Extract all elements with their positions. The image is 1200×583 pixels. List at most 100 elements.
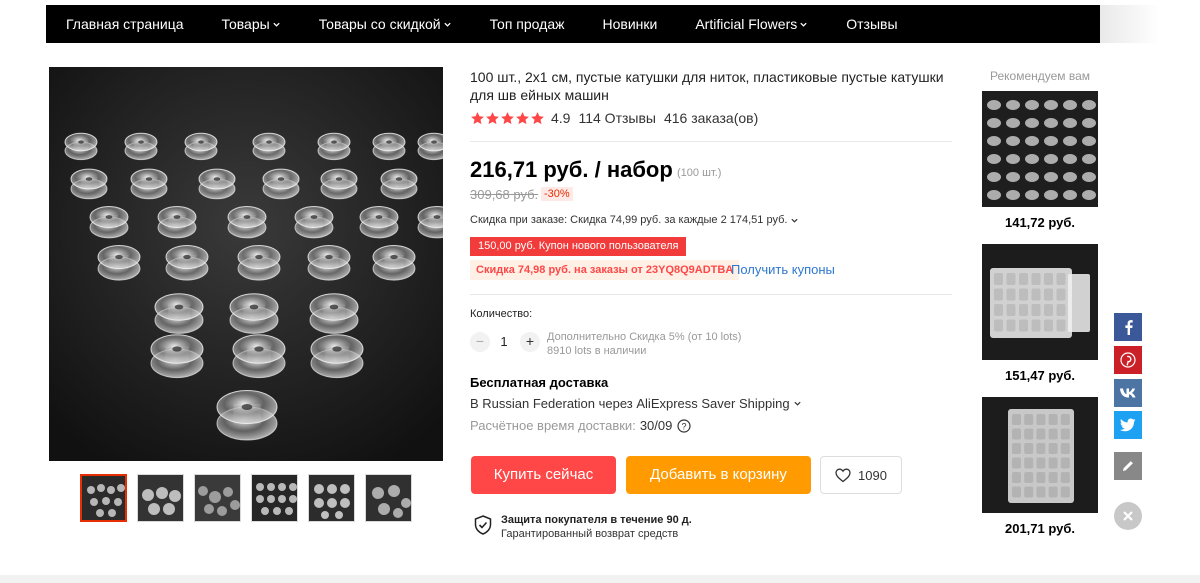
compartment: [1044, 304, 1053, 316]
thumbnail-image: [366, 475, 411, 521]
edit-button[interactable]: [1114, 452, 1142, 480]
thumbnail-5[interactable]: [308, 474, 355, 522]
edit-icon: [1123, 461, 1133, 471]
star-icon: [486, 111, 499, 124]
recommended-title: Рекомендуем вам: [990, 69, 1091, 83]
bobbin-shape: [130, 168, 168, 200]
quantity-value[interactable]: 1: [496, 334, 512, 349]
recommended-item-1-price[interactable]: 141,72 руб.: [982, 215, 1098, 230]
thumbnail-image: [82, 476, 125, 520]
help-icon[interactable]: ?: [677, 418, 691, 433]
bobbin-shape: [165, 244, 209, 281]
compartment: [1056, 273, 1066, 285]
close-icon: [1123, 511, 1133, 521]
nav-item-label: Топ продаж: [489, 16, 565, 32]
reviews-link[interactable]: 114 Отзывы: [578, 110, 656, 126]
bobbin-shape: [307, 244, 351, 281]
bobbin-dot: [1025, 136, 1039, 146]
rating-score: 4.9: [551, 110, 571, 126]
compartment: [1060, 457, 1070, 469]
wishlist-button[interactable]: 1090: [820, 456, 902, 494]
bobbin-dot: [1025, 172, 1039, 182]
bulk-discount[interactable]: Скидка при заказе: Скидка 74,99 руб. за …: [470, 214, 799, 226]
bobbin-dot: [1006, 190, 1020, 200]
thumbnail-4[interactable]: [251, 474, 298, 522]
bobbin-dot: [1044, 172, 1058, 182]
bobbin-shape: [309, 293, 359, 334]
quantity-decrease-button[interactable]: −: [470, 332, 490, 352]
nav-item-artificial-flowers[interactable]: Artificial Flowers: [675, 5, 826, 43]
pinterest-icon: [1120, 352, 1136, 368]
compartment: [1024, 457, 1034, 469]
thumbnail-1[interactable]: [80, 474, 127, 522]
bobbin-shape: [154, 293, 204, 334]
bobbin-dot: [1044, 190, 1058, 200]
compartment: [1044, 288, 1053, 301]
facebook-share-button[interactable]: [1114, 313, 1142, 341]
close-share-button[interactable]: [1114, 502, 1142, 530]
bobbin-shape: [372, 132, 406, 161]
bobbin-dot: [1082, 100, 1096, 110]
bobbin-shape: [198, 168, 236, 200]
compartment: [1019, 288, 1028, 301]
bobbin-dot: [1063, 154, 1077, 164]
compartment: [1012, 414, 1021, 425]
nav-item-top-sales[interactable]: Топ продаж: [470, 5, 583, 43]
bobbin-shape: [97, 244, 141, 281]
recommended-item-1-image[interactable]: [982, 91, 1098, 207]
star-icon: [516, 111, 529, 124]
quantity-increase-button[interactable]: +: [520, 332, 540, 352]
bobbin-dot: [1044, 136, 1058, 146]
compartment: [1012, 457, 1021, 469]
nav-item-label: Отзывы: [846, 16, 898, 32]
nav-item-discounted[interactable]: Товары со скидкой: [299, 5, 470, 43]
compartment: [1024, 414, 1034, 425]
twitter-share-button[interactable]: [1114, 411, 1142, 439]
thumbnail-6[interactable]: [365, 474, 412, 522]
thumbnail-3[interactable]: [194, 474, 241, 522]
bobbin-shape: [157, 206, 197, 239]
nav-item-label: Главная страница: [66, 16, 184, 32]
rating-stars: [470, 111, 545, 126]
protection-title: Защита покупателя в течение 90 д.: [501, 514, 692, 526]
bobbin-dot: [1006, 154, 1020, 164]
quantity-info: Дополнительно Скидка 5% (от 10 lots) 891…: [547, 330, 741, 358]
recommended-item-2-image[interactable]: [982, 244, 1098, 360]
bobbin-shape: [380, 168, 418, 200]
pinterest-share-button[interactable]: [1114, 346, 1142, 374]
quantity-extra-discount: Дополнительно Скидка 5% (от 10 lots): [547, 331, 742, 343]
quantity-stock: 8910 lots в наличии: [547, 345, 647, 357]
bobbin-shape: [232, 334, 286, 379]
main-nav-bar: Главная страница Товары Товары со скидко…: [46, 5, 1100, 43]
current-price: 216,71 руб. / набор: [470, 157, 673, 182]
bobbin-shape: [89, 206, 129, 239]
nav-item-reviews[interactable]: Отзывы: [826, 5, 915, 43]
nav-item-label: Artificial Flowers: [695, 16, 798, 32]
shipping-title: Бесплатная доставка: [470, 375, 609, 390]
nav-item-new[interactable]: Новинки: [582, 5, 675, 43]
nav-item-home[interactable]: Главная страница: [46, 5, 202, 43]
compartment: [1031, 304, 1041, 316]
thumbnail-2[interactable]: [137, 474, 184, 522]
new-user-coupon[interactable]: 150,00 руб. Купон нового пользователя: [470, 237, 687, 256]
recommended-item-3-price[interactable]: 201,71 руб.: [982, 521, 1098, 536]
recommended-item-3-image[interactable]: [982, 397, 1098, 513]
buy-now-button[interactable]: Купить сейчас: [471, 456, 616, 494]
compartment: [1036, 428, 1046, 440]
bobbin-shape: [359, 206, 399, 239]
coupon-code-badge[interactable]: Скидка 74,98 руб. на заказы от 23YQ8Q9AD…: [470, 260, 740, 280]
shipping-destination-text: В Russian Federation через AliExpress Sa…: [470, 396, 790, 411]
bobbin-dot: [987, 100, 1001, 110]
vk-share-button[interactable]: [1114, 379, 1142, 407]
bobbin-shape: [227, 206, 267, 239]
compartment: [994, 319, 1003, 332]
bobbin-shape: [229, 293, 279, 334]
bulk-discount-text: Скидка при заказе: Скидка 74,99 руб. за …: [470, 214, 788, 226]
nav-item-products[interactable]: Товары: [202, 5, 299, 43]
shipping-destination[interactable]: В Russian Federation через AliExpress Sa…: [470, 396, 802, 411]
add-to-cart-button[interactable]: Добавить в корзину: [626, 456, 811, 494]
product-main-image[interactable]: [49, 67, 443, 461]
get-coupons-link[interactable]: Получить купоны: [731, 262, 835, 277]
recommended-item-2-price[interactable]: 151,47 руб.: [982, 368, 1098, 383]
star-icon: [531, 111, 544, 124]
